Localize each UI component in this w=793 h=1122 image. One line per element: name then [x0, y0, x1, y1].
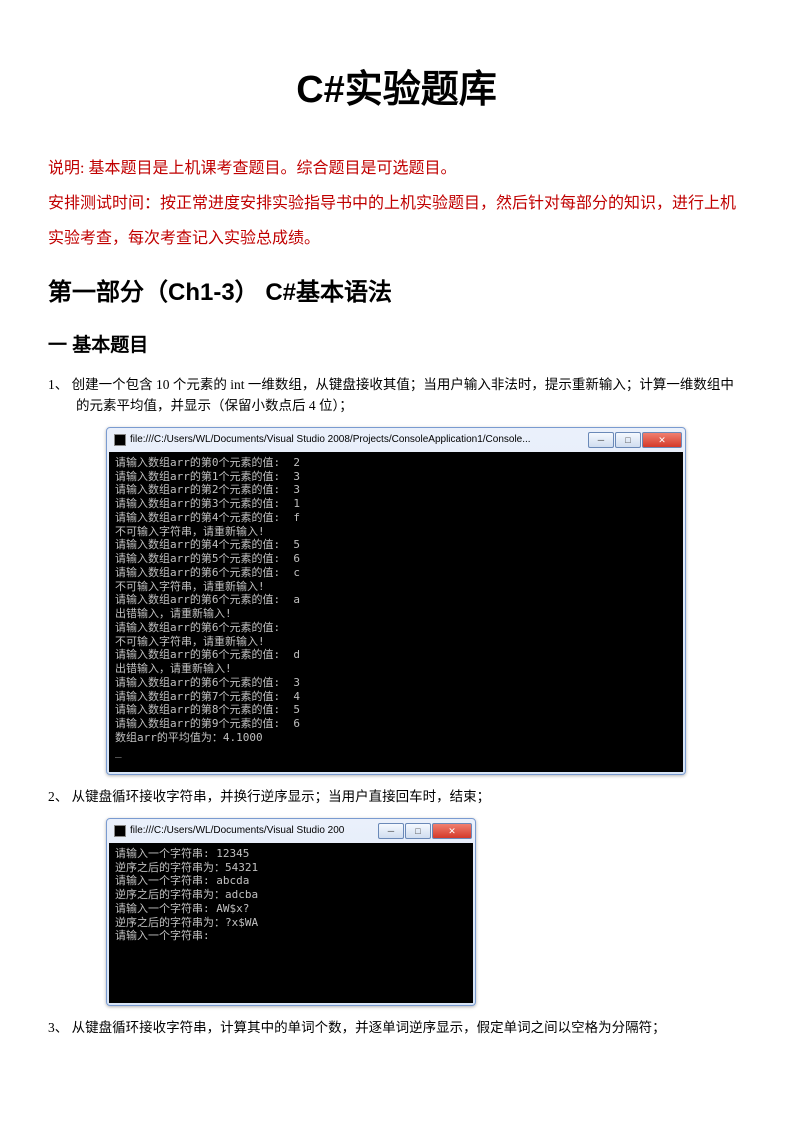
close-button[interactable]: ✕ — [642, 432, 682, 448]
instruction-note: 说明: 基本题目是上机课考查题目。综合题目是可选题目。 安排测试时间：按正常进度… — [48, 151, 745, 257]
question-2: 2、 从键盘循环接收字符串，并换行逆序显示；当用户直接回车时，结束； — [48, 787, 745, 808]
note-line-2: 安排测试时间：按正常进度安排实验指导书中的上机实验题目，然后针对每部分的知识，进… — [48, 186, 745, 256]
question-3: 3、 从键盘循环接收字符串，计算其中的单词个数，并逐单词逆序显示，假定单词之间以… — [48, 1018, 745, 1039]
maximize-button[interactable]: □ — [615, 432, 641, 448]
page-title: C#实验题库 — [48, 60, 745, 121]
maximize-button[interactable]: □ — [405, 823, 431, 839]
console-title-text: file:///C:/Users/WL/Documents/Visual Stu… — [130, 823, 344, 839]
console-body: 请输入一个字符串: 12345 逆序之后的字符串为：54321 请输入一个字符串… — [109, 843, 473, 1003]
console-titlebar: file:///C:/Users/WL/Documents/Visual Stu… — [108, 820, 474, 842]
sub-heading-basic: 一 基本题目 — [48, 331, 745, 361]
console-window-1: file:///C:/Users/WL/Documents/Visual Stu… — [106, 427, 686, 775]
minimize-button[interactable]: ─ — [588, 432, 614, 448]
console-icon — [114, 434, 126, 446]
note-line-1: 说明: 基本题目是上机课考查题目。综合题目是可选题目。 — [48, 151, 745, 186]
console-body: 请输入数组arr的第0个元素的值: 2 请输入数组arr的第1个元素的值: 3 … — [109, 452, 683, 772]
console-title-text: file:///C:/Users/WL/Documents/Visual Stu… — [130, 432, 531, 448]
console-icon — [114, 825, 126, 837]
titlebar-left: file:///C:/Users/WL/Documents/Visual Stu… — [114, 432, 531, 448]
console-window-2: file:///C:/Users/WL/Documents/Visual Stu… — [106, 818, 476, 1006]
minimize-button[interactable]: ─ — [378, 823, 404, 839]
window-buttons: ─ □ ✕ — [588, 432, 682, 448]
section-1-heading: 第一部分（Ch1-3） C#基本语法 — [48, 274, 745, 312]
question-1: 1、 创建一个包含 10 个元素的 int 一维数组，从键盘接收其值；当用户输入… — [48, 375, 745, 417]
close-button[interactable]: ✕ — [432, 823, 472, 839]
titlebar-left: file:///C:/Users/WL/Documents/Visual Stu… — [114, 823, 344, 839]
window-buttons: ─ □ ✕ — [378, 823, 472, 839]
console-titlebar: file:///C:/Users/WL/Documents/Visual Stu… — [108, 429, 684, 451]
